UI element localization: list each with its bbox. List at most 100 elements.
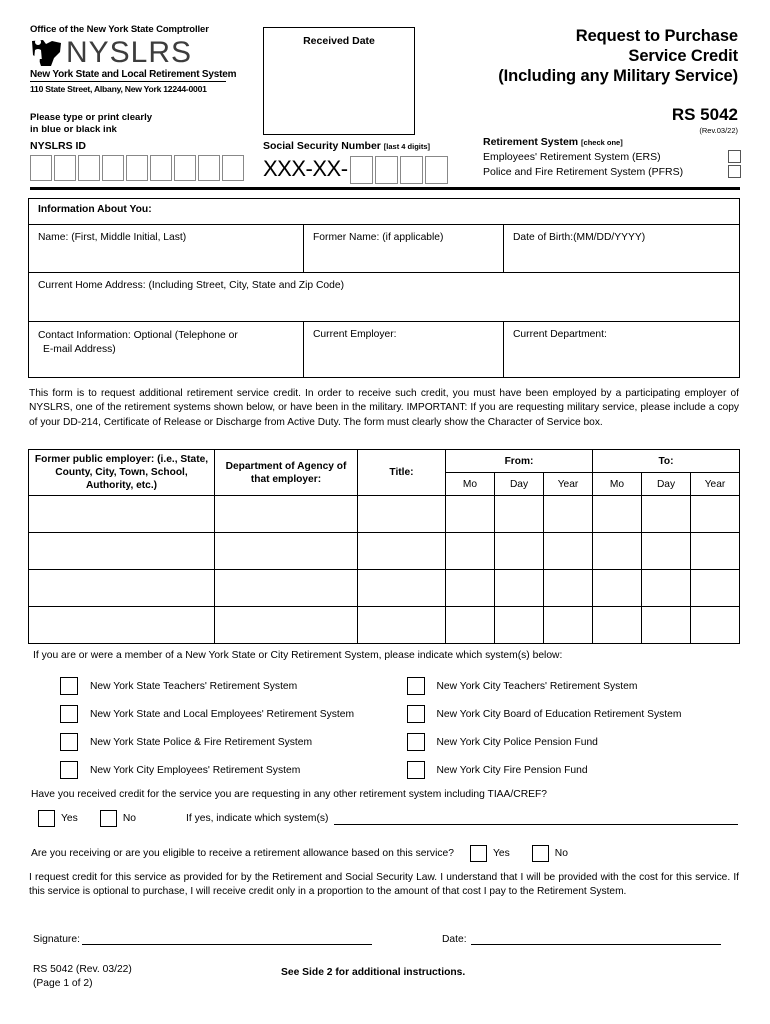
membership-label-left-3: New York State Police & Fire Retirement … xyxy=(90,736,313,748)
date-of-birth-field[interactable]: Date of Birth:(MM/DD/YYYY) xyxy=(504,225,739,272)
home-address-field[interactable]: Current Home Address: (Including Street,… xyxy=(29,273,739,321)
employment-cell-to-mo-row-3[interactable] xyxy=(592,569,642,607)
ssn-box-3[interactable] xyxy=(399,156,423,184)
nyslrs-id-box-9[interactable] xyxy=(222,155,244,181)
employment-cell-department-row-2[interactable] xyxy=(214,532,358,570)
employment-cell-from-day-row-2[interactable] xyxy=(494,532,544,570)
employment-cell-from-mo-row-4[interactable] xyxy=(445,606,495,644)
membership-checkbox-right-1[interactable] xyxy=(406,677,425,695)
ssn-boxes[interactable] xyxy=(349,156,450,184)
employment-cell-from-year-row-4[interactable] xyxy=(543,606,593,644)
current-department-field[interactable]: Current Department: xyxy=(504,322,739,377)
employment-cell-from-mo-row-2[interactable] xyxy=(445,532,495,570)
office-line: Office of the New York State Comptroller xyxy=(30,24,209,35)
employment-cell-employer-row-4[interactable] xyxy=(28,606,215,644)
membership-option-left-2[interactable]: New York State and Local Employees' Reti… xyxy=(33,705,393,723)
nyslrs-id-box-6[interactable] xyxy=(150,155,172,181)
nyslrs-id-box-3[interactable] xyxy=(78,155,100,181)
contact-information-field[interactable]: Contact Information: Optional (Telephone… xyxy=(29,322,304,377)
employment-cell-to-year-row-4[interactable] xyxy=(690,606,740,644)
question-1-followup-input[interactable] xyxy=(334,813,738,825)
question-2-yes-checkbox[interactable] xyxy=(469,845,487,862)
employment-cell-from-year-row-2[interactable] xyxy=(543,532,593,570)
membership-option-left-1[interactable]: New York State Teachers' Retirement Syst… xyxy=(33,677,393,695)
membership-option-right-2[interactable]: New York City Board of Education Retirem… xyxy=(393,705,740,723)
col-header-from-year: Year xyxy=(543,472,593,496)
employment-table-header-row: Former public employer: (i.e., State, Co… xyxy=(28,449,740,496)
employment-cell-to-year-row-2[interactable] xyxy=(690,532,740,570)
retirement-system-option-ers[interactable]: Employees' Retirement System (ERS) xyxy=(483,150,741,163)
employment-cell-to-mo-row-4[interactable] xyxy=(592,606,642,644)
membership-option-right-4[interactable]: New York City Fire Pension Fund xyxy=(393,761,740,779)
membership-row: New York State Teachers' Retirement Syst… xyxy=(33,672,739,700)
employment-cell-from-day-row-3[interactable] xyxy=(494,569,544,607)
ssn-hint: [last 4 digits] xyxy=(383,142,431,151)
current-department-label: Current Department: xyxy=(513,329,607,340)
employment-cell-to-day-row-2[interactable] xyxy=(641,532,691,570)
question-1-yes-checkbox[interactable] xyxy=(38,810,55,827)
employment-cell-from-year-row-3[interactable] xyxy=(543,569,593,607)
retirement-system-option-pfrs-checkbox[interactable] xyxy=(728,165,741,178)
employment-cell-employer-row-1[interactable] xyxy=(28,495,215,533)
ssn-box-1[interactable] xyxy=(349,156,373,184)
employment-cell-from-year-row-1[interactable] xyxy=(543,495,593,533)
membership-checkbox-right-2[interactable] xyxy=(406,705,425,723)
ssn-box-2[interactable] xyxy=(374,156,398,184)
employment-cell-from-day-row-1[interactable] xyxy=(494,495,544,533)
question-2-yes-label: Yes xyxy=(492,848,510,859)
employment-cell-title-row-3[interactable] xyxy=(357,569,446,607)
employment-cell-department-row-4[interactable] xyxy=(214,606,358,644)
membership-checkbox-left-1[interactable] xyxy=(60,677,78,695)
membership-checkbox-left-4[interactable] xyxy=(60,761,78,779)
ssn-box-4[interactable] xyxy=(424,156,448,184)
contact-information-label-line1: Contact Information: Optional (Telephone… xyxy=(38,330,238,341)
former-name-field[interactable]: Former Name: (if applicable) xyxy=(304,225,504,272)
employment-cell-title-row-2[interactable] xyxy=(357,532,446,570)
membership-option-right-3[interactable]: New York City Police Pension Fund xyxy=(393,733,740,751)
received-date-box[interactable]: Received Date xyxy=(263,27,415,135)
employment-cell-department-row-1[interactable] xyxy=(214,495,358,533)
employment-cell-to-mo-row-1[interactable] xyxy=(592,495,642,533)
membership-checkbox-right-3[interactable] xyxy=(406,733,425,751)
employment-cell-from-day-row-4[interactable] xyxy=(494,606,544,644)
nyslrs-id-box-8[interactable] xyxy=(198,155,220,181)
membership-checkbox-left-2[interactable] xyxy=(60,705,78,723)
employment-history-table: Former public employer: (i.e., State, Co… xyxy=(28,449,740,644)
date-input[interactable] xyxy=(470,933,721,945)
membership-option-right-1[interactable]: New York City Teachers' Retirement Syste… xyxy=(393,677,740,695)
nyslrs-id-box-2[interactable] xyxy=(54,155,76,181)
employment-cell-from-mo-row-1[interactable] xyxy=(445,495,495,533)
membership-checkbox-left-3[interactable] xyxy=(60,733,78,751)
employment-cell-to-year-row-1[interactable] xyxy=(690,495,740,533)
employment-cell-to-year-row-3[interactable] xyxy=(690,569,740,607)
name-field[interactable]: Name: (First, Middle Initial, Last) xyxy=(29,225,304,272)
nyslrs-id-box-7[interactable] xyxy=(174,155,196,181)
employment-cell-from-mo-row-3[interactable] xyxy=(445,569,495,607)
employment-cell-title-row-1[interactable] xyxy=(357,495,446,533)
question-2-no-checkbox[interactable] xyxy=(531,845,549,862)
signature-input[interactable] xyxy=(81,933,372,945)
employment-cell-to-day-row-4[interactable] xyxy=(641,606,691,644)
nyslrs-id-box-5[interactable] xyxy=(126,155,148,181)
membership-option-left-3[interactable]: New York State Police & Fire Retirement … xyxy=(33,733,393,751)
employment-cell-title-row-4[interactable] xyxy=(357,606,446,644)
employment-cell-department-row-3[interactable] xyxy=(214,569,358,607)
nyslrs-id-box-4[interactable] xyxy=(102,155,124,181)
retirement-system-option-ers-checkbox[interactable] xyxy=(728,150,741,163)
membership-option-left-4[interactable]: New York City Employees' Retirement Syst… xyxy=(33,761,393,779)
check-one-hint: [check one] xyxy=(581,138,623,147)
current-employer-field[interactable]: Current Employer: xyxy=(304,322,504,377)
membership-intro: If you are or were a member of a New Yor… xyxy=(33,650,563,661)
employment-cell-to-day-row-1[interactable] xyxy=(641,495,691,533)
employment-cell-employer-row-3[interactable] xyxy=(28,569,215,607)
received-date-label: Received Date xyxy=(303,35,375,47)
question-1-no-checkbox[interactable] xyxy=(99,810,117,827)
employment-cell-employer-row-2[interactable] xyxy=(28,532,215,570)
membership-checkbox-right-4[interactable] xyxy=(406,761,425,779)
membership-row: New York State Police & Fire Retirement … xyxy=(33,728,739,756)
agency-address: 110 State Street, Albany, New York 12244… xyxy=(30,84,207,94)
nyslrs-id-box-1[interactable] xyxy=(30,155,52,181)
employment-cell-to-mo-row-2[interactable] xyxy=(592,532,642,570)
retirement-system-option-pfrs[interactable]: Police and Fire Retirement System (PFRS) xyxy=(483,165,741,178)
employment-cell-to-day-row-3[interactable] xyxy=(641,569,691,607)
